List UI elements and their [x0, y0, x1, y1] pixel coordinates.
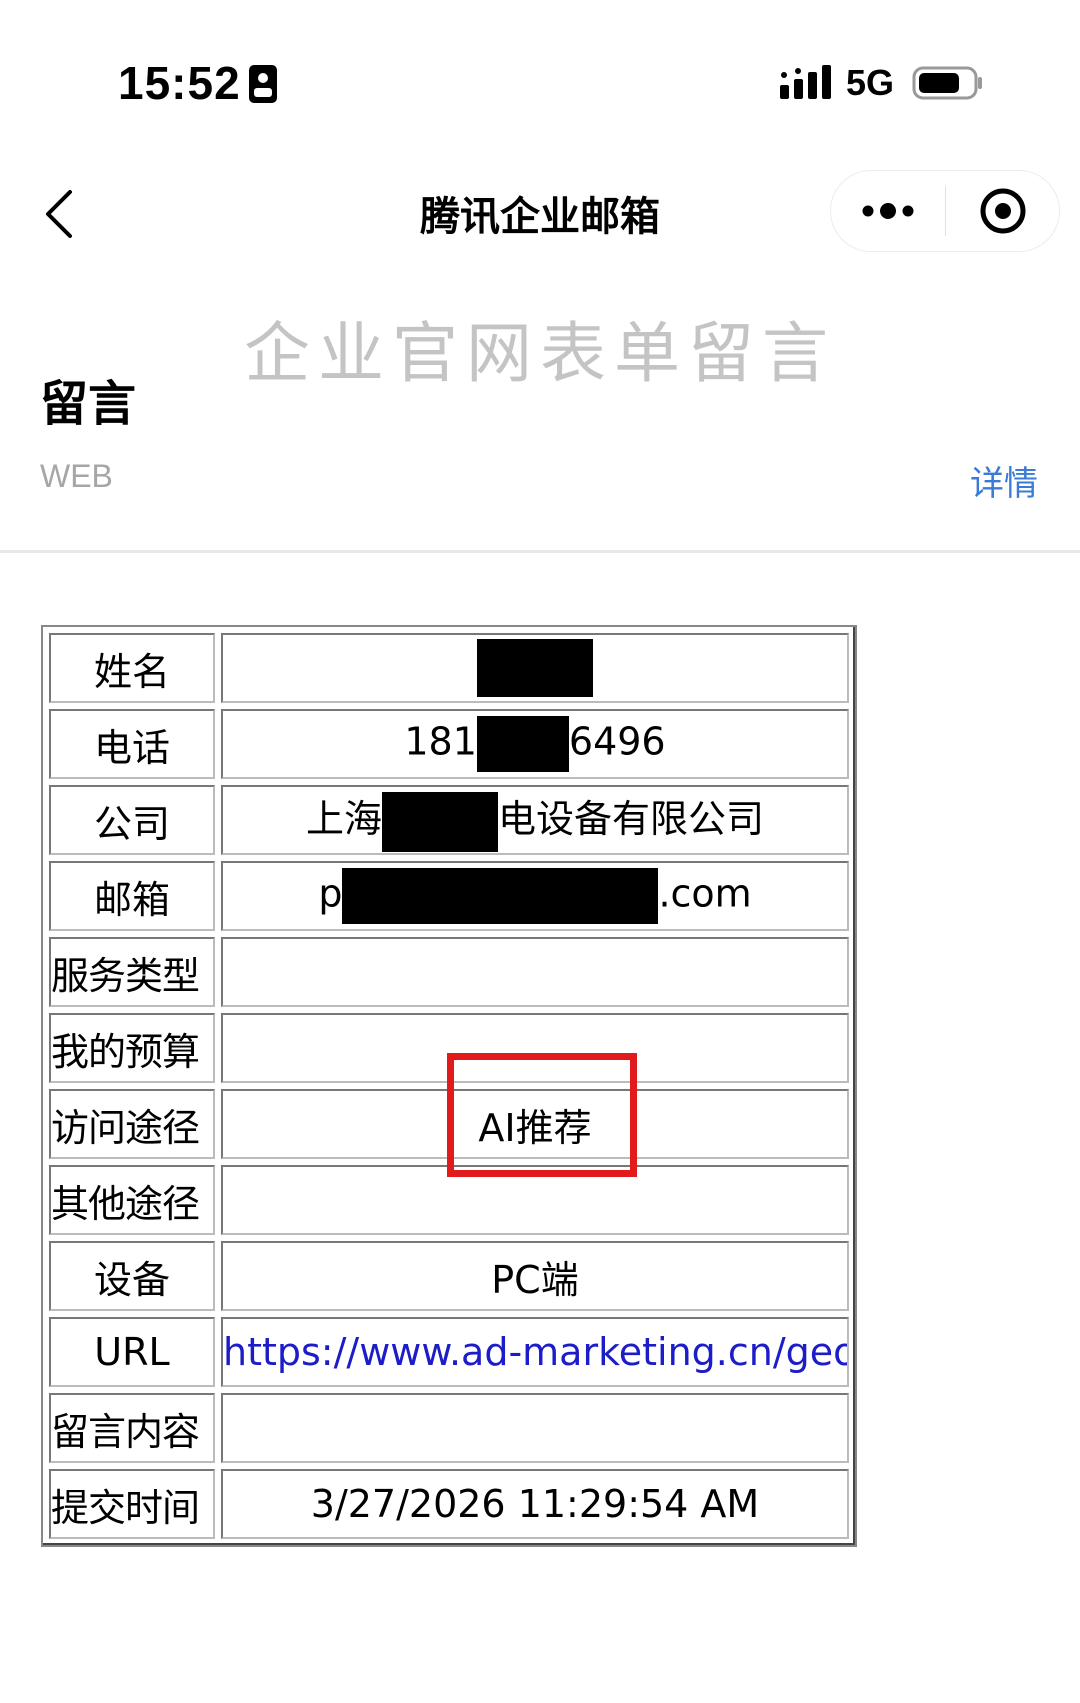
table-row: URL https://www.ad-marketing.cn/geo/ [49, 1317, 849, 1387]
redaction-block [382, 791, 498, 852]
row-label-phone: 电话 [49, 709, 215, 779]
table-row: 电话 181 6496 [49, 709, 849, 779]
row-label-submit-time: 提交时间 [49, 1469, 215, 1539]
row-value-service-type [221, 937, 849, 1007]
signal-icon [779, 65, 831, 99]
network-type: 5G [845, 62, 894, 103]
row-value-url: https://www.ad-marketing.cn/geo/ [221, 1317, 849, 1387]
more-icon [862, 203, 914, 219]
redaction-block [342, 868, 659, 924]
row-value-company: 上海 电设备有限公司 [221, 785, 849, 855]
form-banner: 企业官网表单留言 [244, 315, 836, 392]
mini-program-capsule [830, 170, 1060, 252]
row-label-email: 邮箱 [49, 861, 215, 931]
url-link[interactable]: https://www.ad-marketing.cn/geo/ [223, 1330, 847, 1374]
table-row: 提交时间 3/27/2026 11:29:54 AM [49, 1469, 849, 1539]
close-mini-program-button[interactable] [946, 171, 1059, 251]
table-row: 邮箱 p .com [49, 861, 849, 931]
table-row: 留言内容 [49, 1393, 849, 1463]
id-card-icon [249, 65, 277, 103]
close-mini-program-icon [980, 188, 1025, 234]
row-label-name: 姓名 [49, 633, 215, 703]
redaction-block [477, 639, 593, 697]
row-label-service-type: 服务类型 [49, 937, 215, 1007]
row-label-access-path: 访问途径 [49, 1089, 215, 1159]
row-label-url: URL [49, 1317, 215, 1387]
table-row: 设备 PC端 [49, 1241, 849, 1311]
email-prefix: p [318, 871, 343, 916]
phone-suffix: 6496 [568, 719, 666, 764]
row-label-message: 留言内容 [49, 1393, 215, 1463]
status-indicators: 5G [778, 62, 984, 104]
highlight-annotation-box [447, 1053, 637, 1177]
detail-link[interactable]: 详情 [970, 456, 1038, 505]
table-row: 服务类型 [49, 937, 849, 1007]
row-value-submit-time: 3/27/2026 11:29:54 AM [221, 1469, 849, 1539]
row-label-other-path: 其他途径 [49, 1165, 215, 1235]
row-value-email: p .com [221, 861, 849, 931]
phone-prefix: 181 [404, 719, 477, 764]
message-title: 留言 [40, 376, 137, 432]
row-value-name [221, 633, 849, 703]
row-label-budget: 我的预算 [49, 1013, 215, 1083]
more-button[interactable] [831, 171, 945, 251]
table-row: 公司 上海 电设备有限公司 [49, 785, 849, 855]
row-value-phone: 181 6496 [221, 709, 849, 779]
redaction-block [476, 716, 569, 772]
email-suffix: .com [658, 871, 752, 916]
source-label: WEB [40, 458, 113, 494]
company-suffix: 电设备有限公司 [498, 797, 765, 842]
row-label-device: 设备 [49, 1241, 215, 1311]
row-label-company: 公司 [49, 785, 215, 855]
table-row: 姓名 [49, 633, 849, 703]
header-divider [0, 550, 1080, 553]
page: 15:52 5G 腾讯企业邮箱 企业官网表单留言 留言 WEB 详情 姓名 电话… [0, 0, 1080, 1703]
battery-icon [912, 66, 982, 100]
company-prefix: 上海 [305, 797, 382, 842]
status-time: 15:52 [118, 57, 241, 109]
row-value-device: PC端 [221, 1241, 849, 1311]
row-value-message [221, 1393, 849, 1463]
